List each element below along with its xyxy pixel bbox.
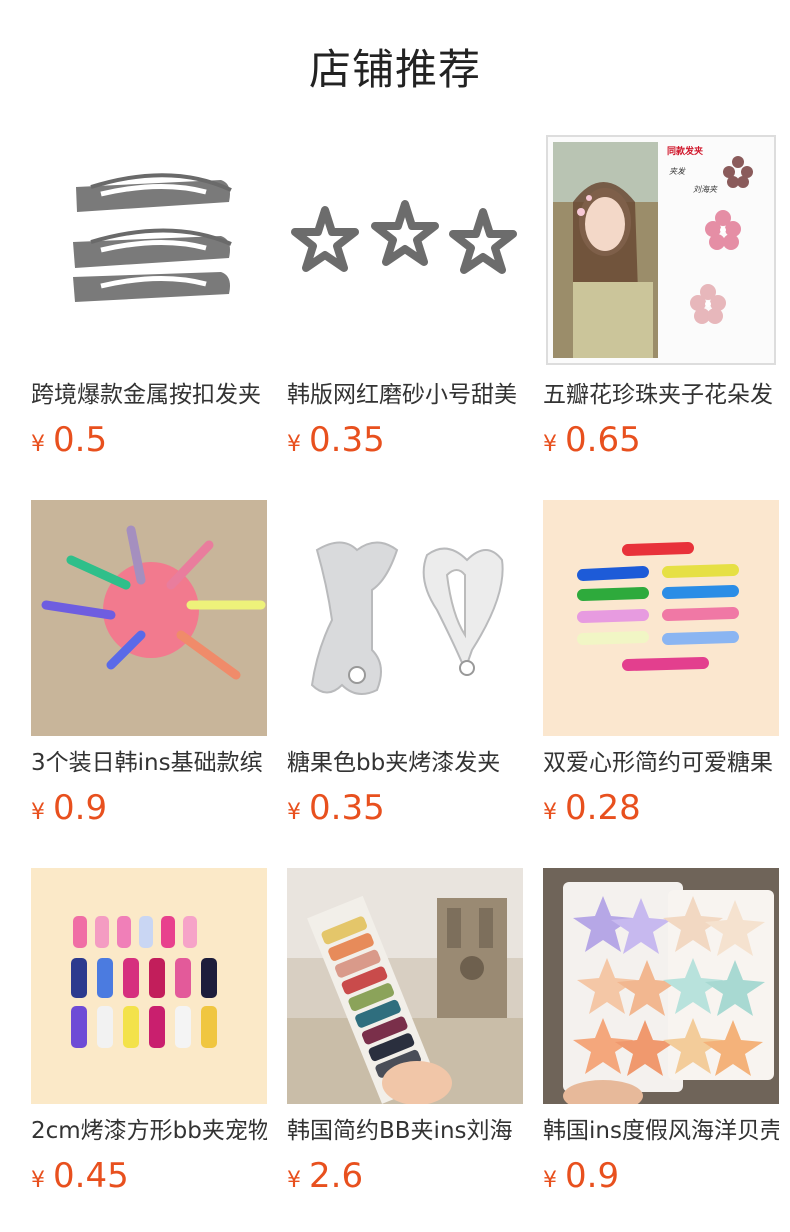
product-card[interactable]: 3个装日韩ins基础款缤 ¥ 0.9 bbox=[31, 500, 267, 868]
price-value: 0.65 bbox=[565, 420, 641, 460]
product-image[interactable] bbox=[287, 132, 523, 368]
currency-symbol: ¥ bbox=[543, 800, 557, 825]
product-price: ¥ 0.9 bbox=[543, 1156, 779, 1196]
product-price: ¥ 2.6 bbox=[287, 1156, 523, 1196]
currency-symbol: ¥ bbox=[543, 1168, 557, 1193]
product-image[interactable] bbox=[31, 868, 267, 1104]
product-card[interactable]: 跨境爆款金属按扣发夹 ¥ 0.5 bbox=[31, 132, 267, 500]
product-image[interactable]: 同款发夹 夹发 刘海夹 bbox=[543, 132, 779, 368]
product-price: ¥ 0.35 bbox=[287, 420, 523, 460]
section-header: 店铺推荐 bbox=[0, 0, 790, 132]
product-card[interactable]: 韩国简约BB夹ins刘海 ¥ 2.6 bbox=[287, 868, 523, 1232]
product-image[interactable] bbox=[31, 500, 267, 736]
product-price: ¥ 0.9 bbox=[31, 788, 267, 828]
poster-text: 刘海夹 bbox=[693, 185, 718, 194]
product-title[interactable]: 双爱心形简约可爱糖果 bbox=[543, 748, 779, 778]
product-price: ¥ 0.35 bbox=[287, 788, 523, 828]
product-title[interactable]: 2cm烤漆方形bb夹宠物 bbox=[31, 1116, 267, 1146]
price-value: 0.35 bbox=[309, 788, 385, 828]
product-card[interactable]: 韩版网红磨砂小号甜美 ¥ 0.35 bbox=[287, 132, 523, 500]
product-price: ¥ 0.5 bbox=[31, 420, 267, 460]
currency-symbol: ¥ bbox=[31, 432, 45, 457]
product-title[interactable]: 五瓣花珍珠夹子花朵发 bbox=[543, 380, 779, 410]
currency-symbol: ¥ bbox=[287, 1168, 301, 1193]
product-image[interactable] bbox=[287, 500, 523, 736]
product-image[interactable] bbox=[543, 868, 779, 1104]
product-title[interactable]: 糖果色bb夹烤漆发夹 bbox=[287, 748, 523, 778]
price-value: 0.5 bbox=[53, 420, 108, 460]
poster-text: 夹发 bbox=[669, 167, 686, 176]
product-title[interactable]: 3个装日韩ins基础款缤 bbox=[31, 748, 267, 778]
section-title: 店铺推荐 bbox=[308, 44, 481, 94]
currency-symbol: ¥ bbox=[287, 432, 301, 457]
product-image[interactable] bbox=[543, 500, 779, 736]
product-card[interactable]: 2cm烤漆方形bb夹宠物 ¥ 0.45 bbox=[31, 868, 267, 1232]
product-card[interactable]: 韩国ins度假风海洋贝壳 ¥ 0.9 bbox=[543, 868, 779, 1232]
product-title[interactable]: 韩版网红磨砂小号甜美 bbox=[287, 380, 523, 410]
price-value: 0.35 bbox=[309, 420, 385, 460]
product-card[interactable]: 双爱心形简约可爱糖果 ¥ 0.28 bbox=[543, 500, 779, 868]
price-value: 0.9 bbox=[565, 1156, 620, 1196]
poster-text: 同款发夹 bbox=[667, 145, 703, 157]
price-value: 0.45 bbox=[53, 1156, 129, 1196]
product-title[interactable]: 跨境爆款金属按扣发夹 bbox=[31, 380, 267, 410]
currency-symbol: ¥ bbox=[543, 432, 557, 457]
product-price: ¥ 0.28 bbox=[543, 788, 779, 828]
product-title[interactable]: 韩国简约BB夹ins刘海 bbox=[287, 1116, 523, 1146]
price-value: 2.6 bbox=[309, 1156, 364, 1196]
product-price: ¥ 0.65 bbox=[543, 420, 779, 460]
price-value: 0.28 bbox=[565, 788, 641, 828]
product-price: ¥ 0.45 bbox=[31, 1156, 267, 1196]
currency-symbol: ¥ bbox=[31, 1168, 45, 1193]
currency-symbol: ¥ bbox=[31, 800, 45, 825]
product-title[interactable]: 韩国ins度假风海洋贝壳 bbox=[543, 1116, 779, 1146]
product-card[interactable]: 糖果色bb夹烤漆发夹 ¥ 0.35 bbox=[287, 500, 523, 868]
price-value: 0.9 bbox=[53, 788, 108, 828]
currency-symbol: ¥ bbox=[287, 800, 301, 825]
product-image[interactable] bbox=[287, 868, 523, 1104]
product-image[interactable] bbox=[31, 132, 267, 368]
product-grid: 跨境爆款金属按扣发夹 ¥ 0.5 韩版网红磨砂小号甜美 ¥ 0.35 同款发夹 … bbox=[0, 132, 790, 1232]
product-card[interactable]: 同款发夹 夹发 刘海夹 五瓣花珍珠夹子花朵发 ¥ 0.65 bbox=[543, 132, 779, 500]
